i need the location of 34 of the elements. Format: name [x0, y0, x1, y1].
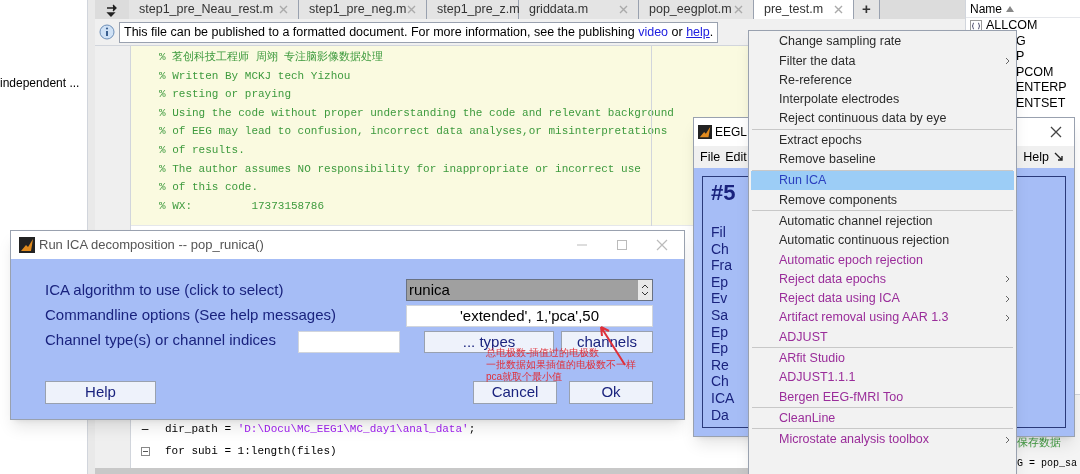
code-line: dir_path = 'D:\Docu\MC_EEG1\MC_day1\anal_data'; [165, 421, 476, 437]
info-label: Ep [711, 340, 729, 357]
info-label: Da [711, 406, 729, 424]
code-line: G = pop_sa [1017, 457, 1077, 471]
info-label: Ch [711, 240, 729, 258]
code-comment: % of this code. [159, 180, 259, 196]
code-comment: % resting or praying [159, 87, 292, 103]
info-label: Ch [711, 373, 729, 390]
code-comment: % of results. [159, 142, 245, 158]
info-label: Sa [711, 306, 729, 324]
info-label: Fra [711, 257, 732, 274]
field-label: ICA algorithm to use (click to select) [45, 280, 284, 300]
code-comment: % Using the code without proper understanding the code and relevant background [159, 105, 674, 121]
info-label: ICA [711, 389, 735, 407]
code-comment: 保存数据 [1017, 434, 1061, 450]
code-comment: % WX: 17373158786 [159, 198, 325, 214]
field-label: Commandline options (See help messages) [45, 305, 336, 325]
window-title: Run ICA decomposition -- pop_runica() [39, 236, 264, 255]
code-comment: % Written By MCKJ tech Yizhou [159, 68, 351, 84]
info-label: Fil [711, 224, 726, 241]
code-comment: % of EEG may lead to confusion, incorrect data analyses,or misinterpretations [159, 124, 668, 140]
info-message: This file can be published to a formatted document. For more information, see the publishing video or help. [124, 23, 714, 41]
dataset-number: #5 [711, 179, 736, 207]
code-line: for subi = 1:length(files) [165, 443, 337, 459]
field-label: Channel type(s) or channel indices [45, 330, 276, 350]
info-label: Ep [711, 273, 729, 291]
code-comment: % 茗创科技工程师 周翊 专注脑影像数据处理 [159, 50, 384, 65]
info-label: Re [711, 356, 729, 374]
info-label: Ev [711, 290, 728, 307]
annotation-text: pca就取个最小值 [486, 371, 564, 383]
info-label: Ep [711, 323, 729, 341]
code-comment: % The author assumes NO responsibility for inappropriate or incorrect use [159, 161, 641, 177]
line-marker: – [141, 421, 149, 438]
window-title: EEGL [715, 124, 747, 141]
